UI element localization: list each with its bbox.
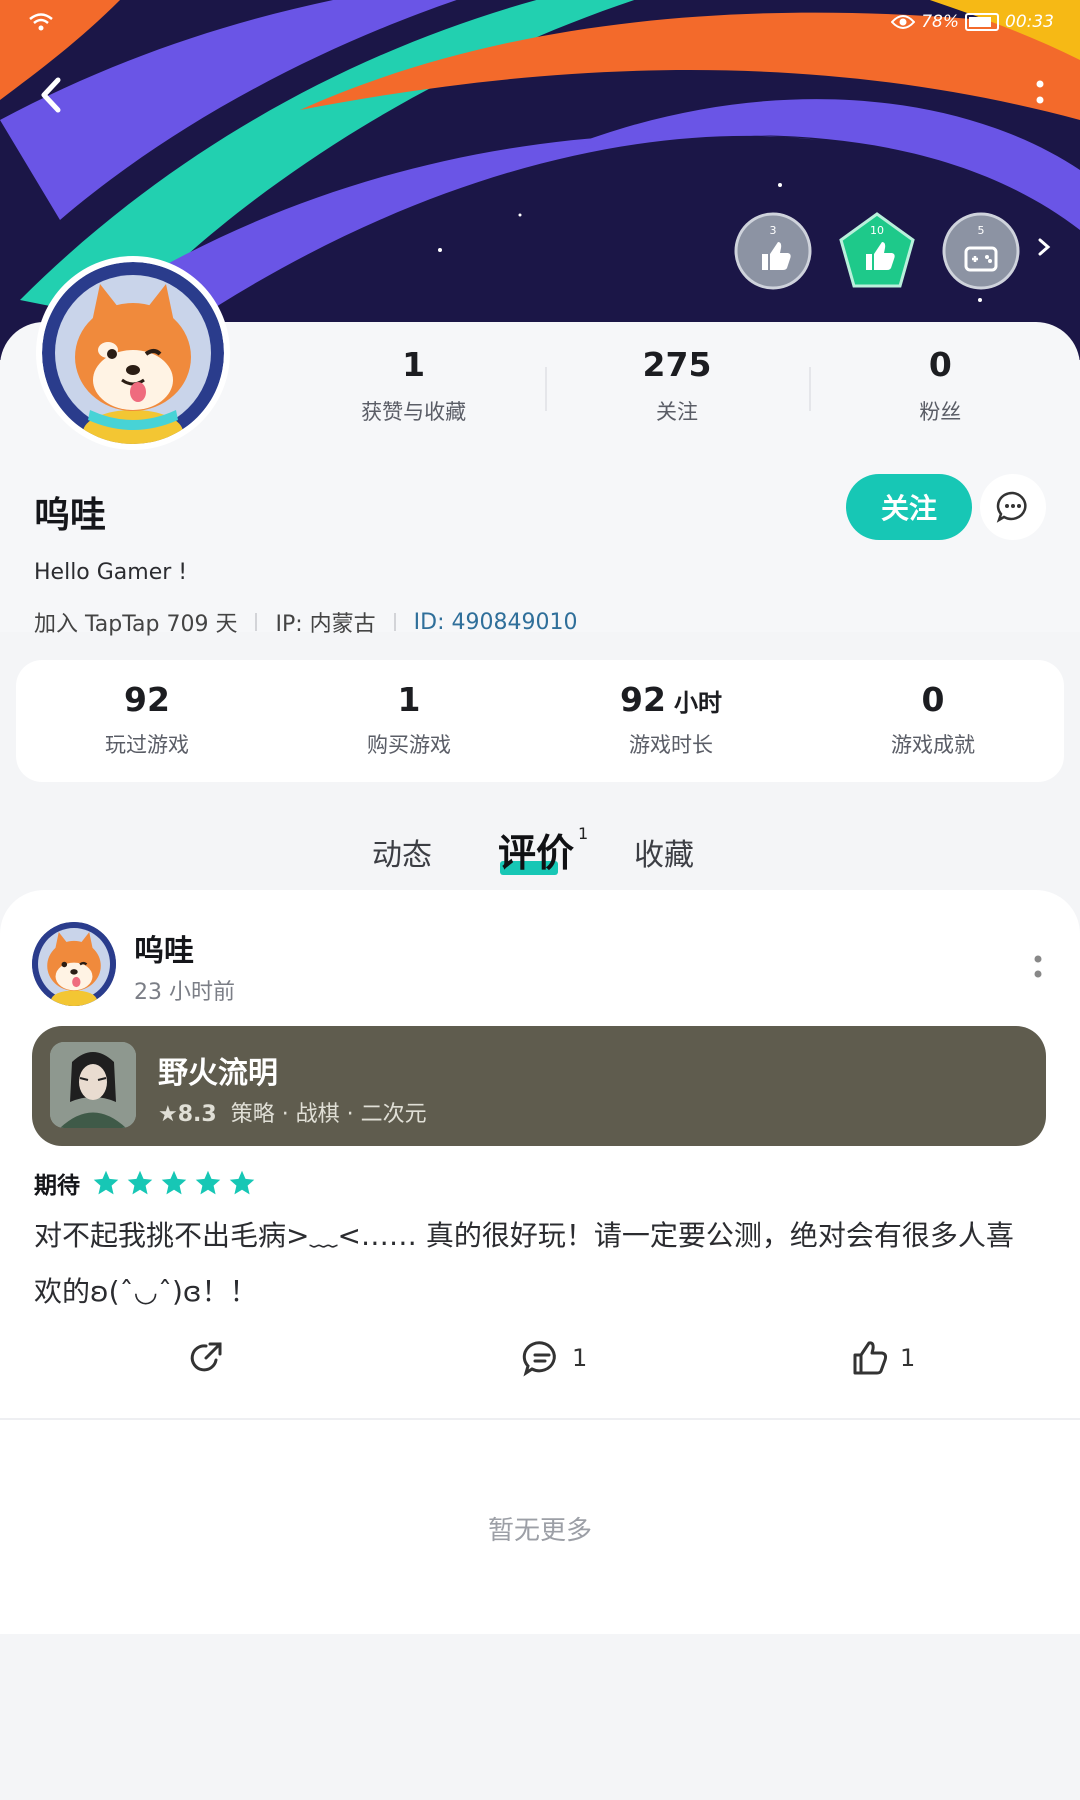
- stat-likes-favorites[interactable]: 1 获赞与收藏: [282, 345, 545, 445]
- shiba-avatar-image: [32, 922, 116, 1006]
- stat-value: 1: [402, 345, 426, 384]
- profile-username: 呜哇: [34, 495, 107, 536]
- game-cover-image: [50, 1042, 136, 1128]
- profile-bio: Hello Gamer !: [34, 560, 188, 585]
- divider: [393, 613, 396, 631]
- reviewed-game-card[interactable]: 野火流明 ★8.3 策略 · 战棋 · 二次元: [32, 1026, 1046, 1146]
- comment-icon: [522, 1341, 556, 1377]
- tab-favorites[interactable]: 收藏: [634, 830, 694, 874]
- chat-bubble-icon: [996, 491, 1027, 523]
- review-more-button[interactable]: [1032, 952, 1044, 982]
- battery-percent: 78%: [921, 12, 959, 32]
- stat-label: 粉丝: [919, 400, 962, 424]
- share-icon: [190, 1342, 222, 1372]
- user-id[interactable]: ID: 490849010: [414, 610, 578, 635]
- message-button[interactable]: [980, 474, 1046, 540]
- profile-meta: 加入 TapTap 709 天 IP: 内蒙古 ID: 490849010: [34, 606, 577, 638]
- stat-value: 0: [928, 345, 952, 384]
- star-icon: [93, 1170, 119, 1195]
- profile-stats: 1 获赞与收藏 275 关注 0 粉丝: [282, 345, 1072, 445]
- divider: [255, 613, 258, 631]
- follow-button[interactable]: 关注: [846, 474, 972, 540]
- thumbs-up-icon: [853, 1341, 888, 1375]
- tab-review-label: 评价: [498, 831, 575, 875]
- stat-value: 1: [397, 680, 421, 719]
- no-more-content: 暂无更多: [487, 1516, 592, 1546]
- like-count: 1: [900, 1344, 916, 1372]
- status-bar: 78% 00:33: [0, 10, 1080, 40]
- stat-value: 0: [921, 680, 945, 719]
- like-button[interactable]: 1: [850, 1338, 915, 1378]
- svg-text:5: 5: [978, 224, 985, 237]
- game-title: 野火流明: [158, 1056, 278, 1091]
- comment-button[interactable]: 1: [522, 1338, 587, 1378]
- star-icon: [195, 1170, 221, 1195]
- stat-achievements[interactable]: 0 游戏成就: [802, 660, 1064, 782]
- stat-label: 游戏时长: [629, 733, 713, 757]
- stat-label: 玩过游戏: [105, 733, 189, 757]
- badge-likes-3[interactable]: 3: [734, 212, 812, 290]
- back-button[interactable]: [32, 70, 72, 120]
- tab-dynamic[interactable]: 动态: [372, 830, 432, 874]
- wifi-icon: [29, 13, 53, 31]
- review-actions: 1 1: [0, 1338, 1080, 1408]
- shiba-avatar-image: [42, 262, 224, 444]
- stat-games-played[interactable]: 92 玩过游戏: [16, 660, 278, 782]
- eye-icon: [891, 15, 916, 29]
- stat-games-bought[interactable]: 1 购买游戏: [278, 660, 540, 782]
- review-text: 对不起我挑不出毛病>﹏<…… 真的很好玩！请一定要公测，绝对会有很多人喜欢的ʚ(…: [34, 1219, 1014, 1308]
- star-icon: [161, 1170, 187, 1195]
- comment-count: 1: [572, 1344, 588, 1372]
- star-rating: [92, 1169, 256, 1197]
- join-duration: 加入 TapTap 709 天: [34, 612, 238, 637]
- rating-label: 期待: [34, 1173, 80, 1199]
- stat-followers[interactable]: 0 粉丝: [808, 345, 1072, 445]
- game-score: ★8.3: [158, 1102, 217, 1127]
- svg-text:3: 3: [770, 224, 777, 237]
- share-button[interactable]: [186, 1338, 226, 1378]
- stat-value: 92: [620, 680, 666, 719]
- review-timestamp: 23 小时前: [134, 980, 235, 1005]
- clock: 00:33: [1005, 12, 1054, 32]
- svg-text:10: 10: [870, 224, 884, 237]
- review-rating: 期待: [34, 1166, 256, 1200]
- review-author-name[interactable]: 呜哇: [134, 926, 194, 970]
- content-tabs: 动态 评价 1 收藏: [0, 820, 1080, 880]
- badge-row[interactable]: 3 10 5: [734, 212, 1020, 290]
- more-options-button[interactable]: [1030, 78, 1050, 108]
- star-icon: [229, 1170, 255, 1195]
- stat-value: 275: [642, 345, 712, 384]
- tab-review-count: 1: [578, 824, 589, 843]
- game-meta: ★8.3 策略 · 战棋 · 二次元: [158, 1096, 427, 1128]
- game-tags: 策略 · 战棋 · 二次元: [230, 1102, 427, 1127]
- stat-label: 游戏成就: [891, 733, 975, 757]
- ip-location: IP: 内蒙古: [275, 612, 376, 637]
- stat-label: 购买游戏: [367, 733, 451, 757]
- badges-chevron-right-icon[interactable]: [1034, 232, 1054, 262]
- avatar[interactable]: [36, 256, 230, 450]
- stat-label: 获赞与收藏: [361, 400, 467, 424]
- stat-unit: 小时: [673, 689, 722, 717]
- badge-likes-10[interactable]: 10: [838, 212, 916, 290]
- stat-label: 关注: [655, 400, 698, 424]
- battery-icon: [965, 13, 999, 31]
- stat-following[interactable]: 275 关注: [545, 345, 808, 445]
- stat-value: 92: [124, 680, 170, 719]
- game-stats-card: 92 玩过游戏 1 购买游戏 92 小时 游戏时长 0 游戏成就: [16, 660, 1064, 782]
- star-icon: [127, 1170, 153, 1195]
- tab-review[interactable]: 评价: [498, 822, 574, 877]
- stat-play-time[interactable]: 92 小时 游戏时长: [540, 660, 802, 782]
- review-author-avatar[interactable]: [32, 922, 116, 1006]
- review-card: 呜哇 23 小时前 野火流明 ★8.3 策略 · 战棋 · 二次元 期待 对不起…: [0, 890, 1080, 1420]
- badge-games-5[interactable]: 5: [942, 212, 1020, 290]
